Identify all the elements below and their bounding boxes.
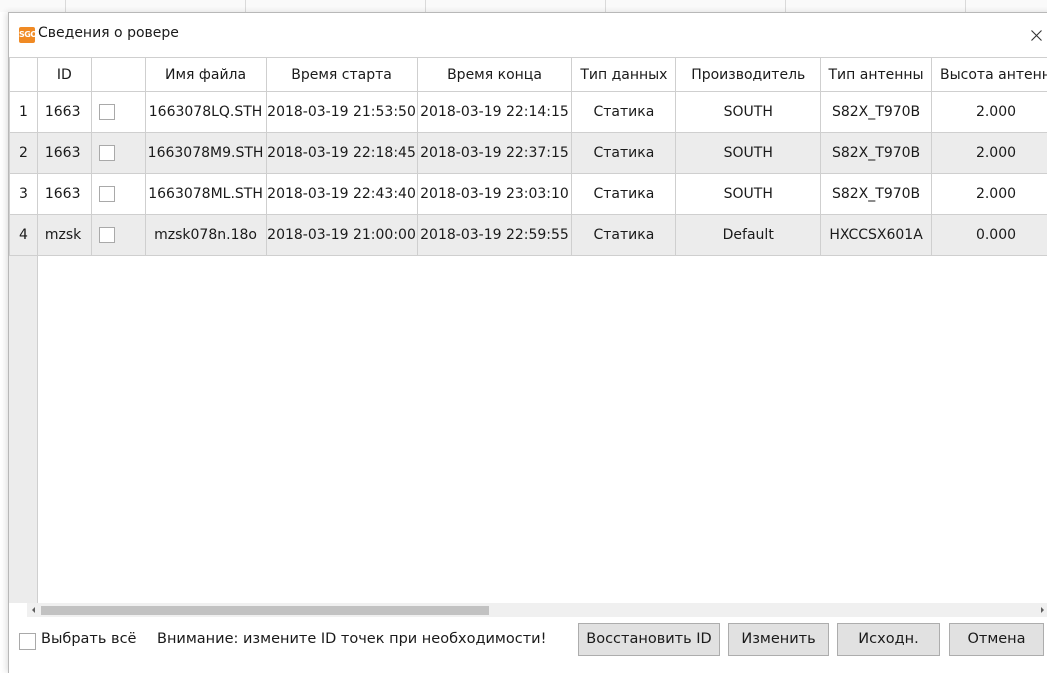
cell-check <box>91 92 145 133</box>
cell-file: 1663078ML.STH <box>145 174 266 215</box>
select-all-label[interactable]: Выбрать всё <box>41 631 136 647</box>
bg-divider <box>245 0 246 12</box>
cell-antenna: S82X_T970B <box>821 92 932 133</box>
cell-id[interactable]: 1663 <box>37 92 91 133</box>
cell-check <box>91 174 145 215</box>
cell-start: 2018-03-19 22:18:45 <box>266 133 417 174</box>
edit-button[interactable]: Изменить <box>728 623 829 656</box>
scrollbar-thumb[interactable] <box>41 606 489 615</box>
cell-type: Статика <box>572 215 676 256</box>
cell-antenna: S82X_T970B <box>821 133 932 174</box>
cell-file: mzsk078n.18o <box>145 215 266 256</box>
cell-maker: SOUTH <box>676 133 821 174</box>
column-header-id[interactable]: ID <box>37 58 91 92</box>
cell-end: 2018-03-19 23:03:10 <box>417 174 572 215</box>
table-row[interactable]: 1 1663 1663078LQ.STH 2018-03-19 21:53:50… <box>10 92 1047 133</box>
column-header-antenna[interactable]: Тип антенны <box>821 58 932 92</box>
rover-info-dialog: SGO Сведения о ровере ID Имя файла Вр <box>8 12 1047 673</box>
dialog-footer: Выбрать всё Внимание: измените ID точек … <box>9 621 1047 661</box>
cancel-button[interactable]: Отмена <box>949 623 1044 656</box>
app-logo-icon: SGO <box>19 27 35 43</box>
select-all-checkbox[interactable] <box>19 633 36 650</box>
title-bar: SGO Сведения о ровере <box>9 13 1047 57</box>
column-header-maker[interactable]: Производитель <box>676 58 821 92</box>
cell-file: 1663078LQ.STH <box>145 92 266 133</box>
cell-end: 2018-03-19 22:59:55 <box>417 215 572 256</box>
cell-start: 2018-03-19 21:53:50 <box>266 92 417 133</box>
cell-antenna: HXCCSX601A <box>821 215 932 256</box>
row-checkbox[interactable] <box>99 145 115 161</box>
cell-type: Статика <box>572 133 676 174</box>
cell-start: 2018-03-19 21:00:00 <box>266 215 417 256</box>
cell-height: 2.000 <box>932 174 1047 215</box>
restore-id-button[interactable]: Восстановить ID <box>578 623 720 656</box>
header-row: ID Имя файла Время старта Время конца Ти… <box>10 58 1047 92</box>
cell-type: Статика <box>572 174 676 215</box>
cell-height: 2.000 <box>932 92 1047 133</box>
bg-divider <box>65 0 66 12</box>
scroll-right-icon[interactable] <box>1035 603 1047 617</box>
dialog-title: Сведения о ровере <box>38 25 179 41</box>
column-header-height[interactable]: Высота антенн <box>932 58 1047 92</box>
bg-divider <box>425 0 426 12</box>
cell-antenna: S82X_T970B <box>821 174 932 215</box>
row-checkbox[interactable] <box>99 227 115 243</box>
table-row[interactable]: 2 1663 1663078M9.STH 2018-03-19 22:18:45… <box>10 133 1047 174</box>
cell-end: 2018-03-19 22:14:15 <box>417 92 572 133</box>
row-number: 3 <box>10 174 38 215</box>
column-header-file[interactable]: Имя файла <box>145 58 266 92</box>
cell-height: 0.000 <box>932 215 1047 256</box>
close-icon <box>1031 30 1042 41</box>
table-row[interactable]: 3 1663 1663078ML.STH 2018-03-19 22:43:40… <box>10 174 1047 215</box>
bg-divider <box>605 0 606 12</box>
rover-grid: ID Имя файла Время старта Время конца Ти… <box>9 57 1047 256</box>
cell-end: 2018-03-19 22:37:15 <box>417 133 572 174</box>
row-number: 2 <box>10 133 38 174</box>
bg-divider <box>785 0 786 12</box>
rover-table: ID Имя файла Время старта Время конца Ти… <box>9 57 1047 603</box>
warning-text: Внимание: измените ID точек при необходи… <box>157 631 546 647</box>
table-row[interactable]: 4 mzsk mzsk078n.18o 2018-03-19 21:00:00 … <box>10 215 1047 256</box>
row-checkbox[interactable] <box>99 104 115 120</box>
cell-start: 2018-03-19 22:43:40 <box>266 174 417 215</box>
cell-file: 1663078M9.STH <box>145 133 266 174</box>
column-header-end[interactable]: Время конца <box>417 58 572 92</box>
cell-check <box>91 215 145 256</box>
cell-id[interactable]: mzsk <box>37 215 91 256</box>
cell-maker: Default <box>676 215 821 256</box>
corner-cell <box>10 58 38 92</box>
close-button[interactable] <box>1021 21 1047 49</box>
column-header-check[interactable] <box>91 58 145 92</box>
column-header-start[interactable]: Время старта <box>266 58 417 92</box>
scroll-left-icon[interactable] <box>27 603 41 617</box>
cell-maker: SOUTH <box>676 174 821 215</box>
cell-id[interactable]: 1663 <box>37 133 91 174</box>
cell-maker: SOUTH <box>676 92 821 133</box>
cell-check <box>91 133 145 174</box>
original-button[interactable]: Исходн. <box>837 623 940 656</box>
column-header-type[interactable]: Тип данных <box>572 58 676 92</box>
cell-height: 2.000 <box>932 133 1047 174</box>
row-checkbox[interactable] <box>99 186 115 202</box>
row-number: 4 <box>10 215 38 256</box>
row-number: 1 <box>10 92 38 133</box>
cell-type: Статика <box>572 92 676 133</box>
horizontal-scrollbar[interactable] <box>27 603 1047 617</box>
bg-divider <box>965 0 966 12</box>
background-window <box>0 0 1047 12</box>
cell-id[interactable]: 1663 <box>37 174 91 215</box>
